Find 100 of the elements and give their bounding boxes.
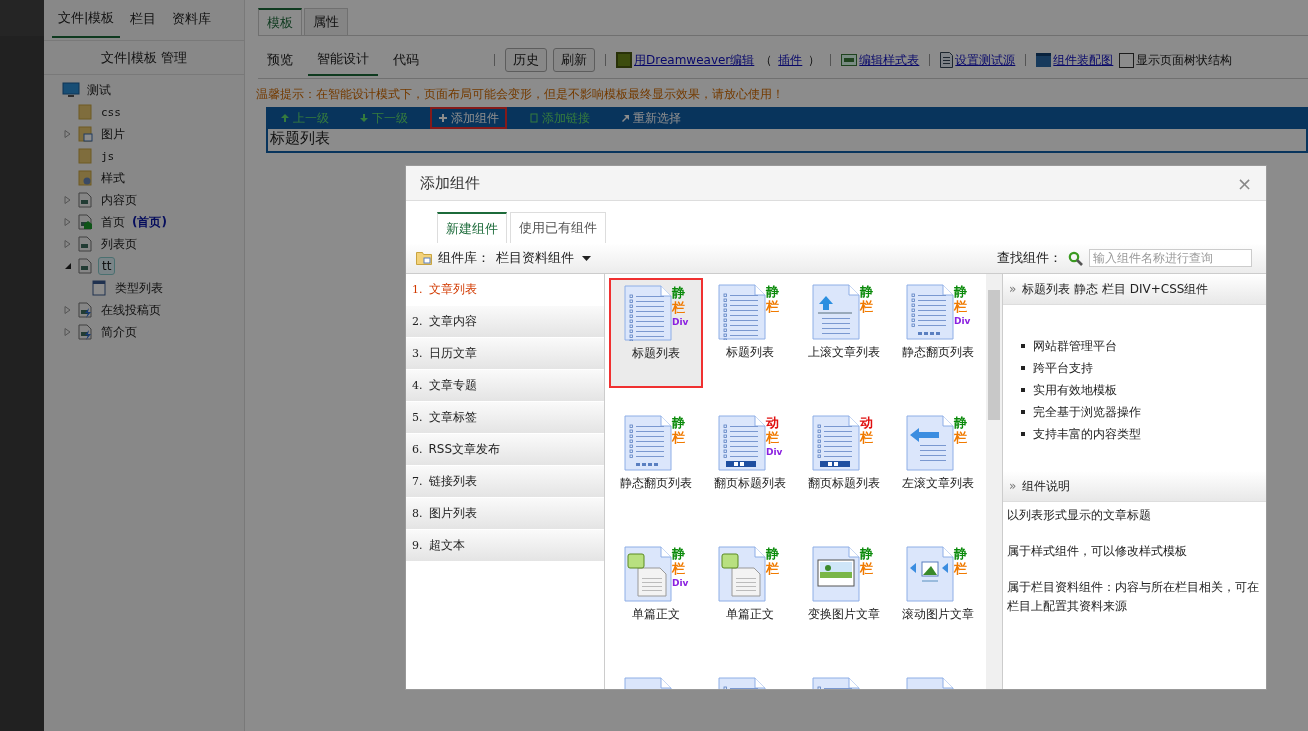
mode-label: 静 [860, 284, 874, 299]
feature-item: 实用有效地模板 [1033, 382, 1117, 399]
tree-structure-checkbox[interactable]: 显示页面树状结构 [1119, 51, 1233, 69]
home-tag: (首页) [132, 213, 167, 231]
scrollbar[interactable] [986, 274, 1002, 689]
toolbar-link[interactable]: 设置测试源 [955, 51, 1016, 69]
toolbar-action[interactable]: 添加组件 [430, 107, 507, 129]
component-item[interactable]: 静 栏 上滚文章列表 [797, 278, 891, 403]
view-tab[interactable]: 智能设计 [308, 44, 378, 76]
tree-item[interactable]: css [98, 104, 124, 120]
app-logo-icon [616, 52, 632, 68]
component-item[interactable]: 静 栏 单篇正文 [703, 540, 797, 665]
category-item[interactable]: 5. 文章标签 [406, 402, 604, 434]
expanded-arrow-icon[interactable] [64, 262, 72, 270]
pager-document-icon [812, 415, 860, 471]
section-title: 标题列表 静态 栏目 DIV+CSS组件 [1022, 280, 1209, 298]
column-label: 栏 [672, 430, 686, 445]
bullet-icon [1021, 388, 1025, 392]
mode-label: 静 [954, 284, 968, 299]
component-label: 翻页标题列表 [808, 475, 880, 492]
panel-tab[interactable]: 模板 [258, 8, 302, 35]
div-label: Div [954, 315, 970, 328]
component-item[interactable]: 静 栏 变换图片文章 [797, 540, 891, 665]
tree-item[interactable]: 测试 [84, 80, 114, 100]
component-item[interactable]: 静 栏 Div 单篇正文 [609, 540, 703, 665]
tree-item[interactable]: 简介页 [98, 322, 140, 342]
sidebar-tab[interactable]: 文件|模板 [52, 0, 121, 38]
bullet-icon [1021, 432, 1025, 436]
mode-label: 静 [672, 285, 686, 300]
component-item[interactable]: 静 栏 左滚文章列表 [891, 409, 985, 534]
component-item[interactable]: 静 栏 Div 静态翻页列表 [891, 278, 985, 403]
dialog-title: 添加组件 [420, 173, 480, 193]
close-button[interactable]: × [1236, 172, 1252, 194]
category-item[interactable]: 4. 文章专题 [406, 370, 604, 402]
library-dropdown[interactable]: 栏目资料组件 [496, 249, 591, 267]
toolbar-button[interactable]: 刷新 [553, 48, 595, 72]
toolbar-action[interactable]: 重新选择 [612, 107, 689, 129]
component-label: 单篇正文 [632, 606, 680, 623]
page-icon [76, 214, 94, 230]
component-item[interactable]: 静 栏 标题列表 [703, 278, 797, 403]
component-label: 变换图片文章 [808, 606, 880, 623]
collapsed-arrow-icon[interactable] [64, 196, 72, 204]
component-item[interactable]: 静 栏 Div 标题列表 [609, 278, 703, 388]
folder-icon [76, 126, 94, 142]
collapsed-arrow-icon[interactable] [64, 328, 72, 336]
up-arrow-icon [280, 113, 290, 123]
toolbar-link[interactable]: 插件 [778, 51, 803, 69]
page-icon [76, 324, 94, 340]
component-item[interactable]: 静 栏 滚动图片文章 [891, 540, 985, 665]
view-tab[interactable]: 代码 [384, 45, 428, 75]
tree-item[interactable]: 列表页 [98, 234, 140, 254]
collapsed-arrow-icon[interactable] [64, 240, 72, 248]
section-title: 组件说明 [1022, 477, 1071, 495]
search-field[interactable]: 输入组件名称进行查询 [1089, 249, 1252, 267]
panel-tab[interactable]: 属性 [304, 8, 348, 35]
warning-tip: 温馨提示：在智能设计模式下，页面布局可能会变形，但是不影响模板最终显示效果，请放心使用！ [256, 86, 785, 103]
list-document-icon [718, 284, 766, 340]
tree-item[interactable]: tt [98, 257, 116, 275]
page-icon [76, 192, 94, 208]
toolbar-button[interactable]: 历史 [505, 48, 547, 72]
column-label: 栏 [766, 561, 780, 576]
column-label: 栏 [766, 430, 780, 445]
category-item[interactable]: 9. 超文本 [406, 530, 604, 562]
tree-item[interactable]: 首页 [98, 212, 128, 232]
component-item[interactable]: 动 栏 Div 翻页标题列表 [703, 409, 797, 534]
category-item[interactable]: 8. 图片列表 [406, 498, 604, 530]
bullet-icon [1021, 344, 1025, 348]
div-label: Div [672, 316, 688, 329]
tree-item[interactable]: js [98, 148, 118, 164]
view-tab[interactable]: 预览 [258, 45, 302, 75]
toolbar-link[interactable]: 组件装配图 [1053, 51, 1114, 69]
sidebar-tab[interactable]: 栏目 [124, 0, 163, 38]
sidebar-tab[interactable]: 资料库 [166, 0, 218, 38]
tree-item[interactable]: 在线投稿页 [98, 300, 164, 320]
category-item[interactable]: 3. 日历文章 [406, 338, 604, 370]
tree-item[interactable]: 图片 [98, 124, 128, 144]
caret-icon [582, 255, 591, 261]
mode-label: 静 [954, 546, 968, 561]
collapsed-arrow-icon[interactable] [64, 218, 72, 226]
category-item[interactable]: 6. RSS文章发布 [406, 434, 604, 466]
category-item[interactable]: 7. 链接列表 [406, 466, 604, 498]
tree-item[interactable]: 内容页 [98, 190, 140, 210]
page-icon [76, 236, 94, 252]
down-arrow-icon [359, 113, 369, 123]
folder-icon [416, 251, 432, 265]
component-label: 左滚文章列表 [902, 475, 974, 492]
mode-label: 静 [766, 284, 780, 299]
category-item[interactable]: 2. 文章内容 [406, 306, 604, 338]
component-label: 静态翻页列表 [620, 475, 692, 492]
component-item[interactable]: 动 栏 翻页标题列表 [797, 409, 891, 534]
toolbar-link[interactable]: 编辑样式表 [859, 51, 920, 69]
mode-label: 静 [672, 415, 686, 430]
collapsed-arrow-icon[interactable] [64, 130, 72, 138]
selected-element[interactable]: 标题列表 [266, 129, 1308, 153]
tree-item[interactable]: 类型列表 [112, 278, 166, 298]
collapsed-arrow-icon[interactable] [64, 306, 72, 314]
component-item[interactable]: 静 栏 静态翻页列表 [609, 409, 703, 534]
tree-item[interactable]: 样式 [98, 168, 128, 188]
feature-item: 网站群管理平台 [1033, 338, 1117, 355]
toolbar-link[interactable]: 用Dreamweaver编辑 [634, 51, 755, 69]
